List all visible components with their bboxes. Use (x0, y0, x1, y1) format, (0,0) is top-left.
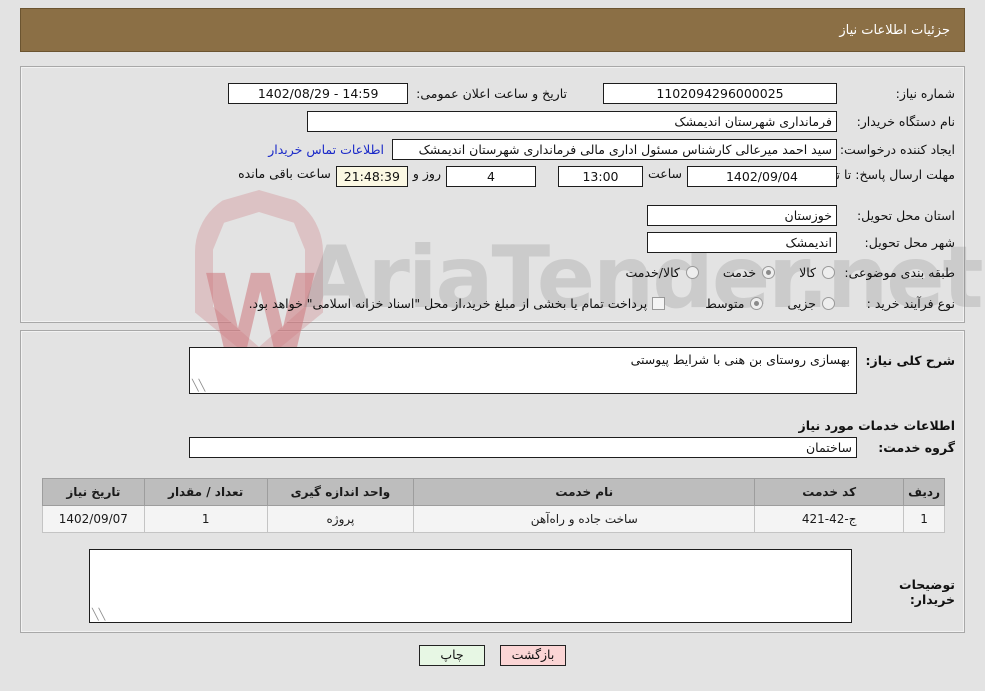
process-option-jozei-label: جزیی (787, 295, 816, 311)
radio-khedmat-icon[interactable] (762, 265, 776, 279)
buyer-org-value: فرمانداری شهرستان اندیمشک (307, 110, 837, 132)
buyer-notes-row: توضیحات خریدار: ╱╱ (89, 549, 955, 623)
th-code: کد خدمت (754, 478, 905, 506)
radio-kala-icon[interactable] (822, 265, 835, 279)
announce-datetime-label: تاریخ و ساعت اعلان عمومی: (416, 85, 567, 101)
deadline-date-value: 1402/09/04 (687, 166, 837, 187)
deadline-hour-label: ساعت (647, 166, 682, 181)
deadline-days-value: 4 (445, 166, 536, 187)
need-description-textarea[interactable]: بهسازی روستای بن هنی با شرایط پیوستی ╱╱ (189, 347, 857, 394)
footer-actions: چاپ بازگشت (0, 645, 985, 666)
need-description-label: شرح کلی نیاز: (865, 353, 955, 368)
process-option-jozei[interactable]: جزیی (787, 296, 835, 311)
request-creator-row: ایجاد کننده درخواست: سید احمد میرعالی کا… (268, 138, 955, 160)
process-option-motavaset[interactable]: متوسط (705, 295, 764, 311)
delivery-city-value: اندیمشک (647, 231, 837, 253)
th-qty: تعداد / مقدار (143, 478, 268, 506)
category-option-khedmat-label: خدمت (722, 264, 757, 280)
category-option-khedmat[interactable]: خدمت (722, 264, 776, 280)
table-row: 1 ج-42-421 ساخت جاده و راه‌آهن پروژه 1 1… (42, 505, 945, 533)
page-title: جزئیات اطلاعات نیاز (839, 22, 950, 38)
category-option-kala[interactable]: کالا (799, 265, 835, 280)
deadline-countdown-value: 21:48:39 (335, 166, 408, 187)
th-radif: ردیف (903, 478, 945, 506)
category-option-kala-khedmat[interactable]: کالا/خدمت (625, 264, 699, 280)
category-row: طبقه بندی موضوعی: کالا خدمت کالا/خدمت (625, 261, 955, 283)
deadline-row: مهلت ارسال پاسخ: تا تاریخ: 1402/09/04 سا… (233, 166, 955, 206)
purchase-process-label: نوع فرآیند خرید : (866, 295, 955, 311)
category-option-kala-label: کالا (799, 264, 816, 280)
delivery-province-row: استان محل تحویل: خوزستان (647, 204, 955, 226)
announce-datetime-row: تاریخ و ساعت اعلان عمومی: 14:59 - 1402/0… (228, 82, 567, 104)
service-group-row: گروه خدمت: ساختمان (189, 437, 955, 458)
delivery-city-label: شهر محل تحویل: (864, 234, 955, 250)
resize-grip-icon-2[interactable]: ╱╱ (92, 608, 105, 621)
delivery-city-row: شهر محل تحویل: اندیمشک (647, 231, 955, 253)
buyer-org-label: نام دستگاه خریدار: (856, 113, 955, 129)
cell-need-date: 1402/09/07 (42, 505, 145, 533)
need-number-row: شماره نیاز: 1102094296000025 (603, 82, 955, 104)
buyer-contact-link[interactable]: اطلاعات تماس خریدار (268, 142, 384, 157)
need-number-value: 1102094296000025 (603, 82, 837, 104)
cell-code: ج-42-421 (754, 505, 905, 533)
delivery-province-value: خوزستان (647, 204, 837, 226)
radio-kala-khedmat-icon[interactable] (685, 265, 699, 279)
buyer-notes-label: توضیحات خریدار: (899, 577, 955, 607)
cell-qty: 1 (143, 505, 268, 533)
delivery-province-label: استان محل تحویل: (856, 207, 955, 223)
treasury-docs-note: پرداخت تمام یا بخشی از مبلغ خرید،از محل … (248, 295, 648, 311)
th-need-date: تاریخ نیاز (42, 478, 145, 506)
service-group-label: گروه خدمت: (878, 440, 955, 455)
cell-radif: 1 (903, 505, 945, 533)
th-unit: واحد اندازه گیری (266, 478, 415, 506)
category-option-kala-khedmat-label: کالا/خدمت (625, 264, 680, 280)
buyer-org-row: نام دستگاه خریدار: فرمانداری شهرستان اند… (307, 110, 955, 132)
resize-grip-icon[interactable]: ╱╱ (192, 379, 205, 392)
deadline-days-label: روز و (412, 166, 441, 181)
radio-jozei-icon[interactable] (822, 296, 835, 310)
table-header-row: ردیف کد خدمت نام خدمت واحد اندازه گیری ت… (42, 478, 945, 506)
need-description-row: شرح کلی نیاز: بهسازی روستای بن هنی با شر… (189, 347, 955, 394)
treasury-docs-checkbox[interactable] (652, 296, 666, 310)
deadline-remaining-label: ساعت باقی مانده (238, 166, 331, 181)
th-name: نام خدمت (413, 478, 756, 506)
announce-datetime-value: 14:59 - 1402/08/29 (228, 82, 409, 104)
services-table: ردیف کد خدمت نام خدمت واحد اندازه گیری ت… (42, 478, 945, 533)
cell-unit: پروژه (266, 505, 415, 533)
radio-motavaset-icon[interactable] (750, 296, 764, 310)
deadline-time-value: 13:00 (557, 166, 643, 187)
buyer-notes-textarea[interactable]: ╱╱ (89, 549, 852, 623)
request-creator-label: ایجاد کننده درخواست: (839, 141, 955, 157)
need-description-value: بهسازی روستای بن هنی با شرایط پیوستی (630, 352, 850, 367)
process-option-motavaset-label: متوسط (705, 295, 745, 311)
purchase-process-row: نوع فرآیند خرید : جزیی متوسط پرداخت تمام… (244, 292, 955, 314)
page-header: جزئیات اطلاعات نیاز (20, 8, 965, 52)
request-creator-value: سید احمد میرعالی کارشناس مسئول اداری مال… (392, 138, 837, 160)
need-number-label: شماره نیاز: (895, 85, 955, 101)
deadline-label: مهلت ارسال پاسخ: تا تاریخ: (810, 167, 955, 182)
cell-name: ساخت جاده و راه‌آهن (413, 505, 756, 533)
category-label: طبقه بندی موضوعی: (844, 264, 955, 280)
print-button[interactable]: چاپ (419, 645, 485, 666)
services-heading: اطلاعات خدمات مورد نیاز (798, 418, 956, 433)
back-button[interactable]: بازگشت (500, 645, 566, 666)
service-group-value: ساختمان (189, 437, 857, 458)
